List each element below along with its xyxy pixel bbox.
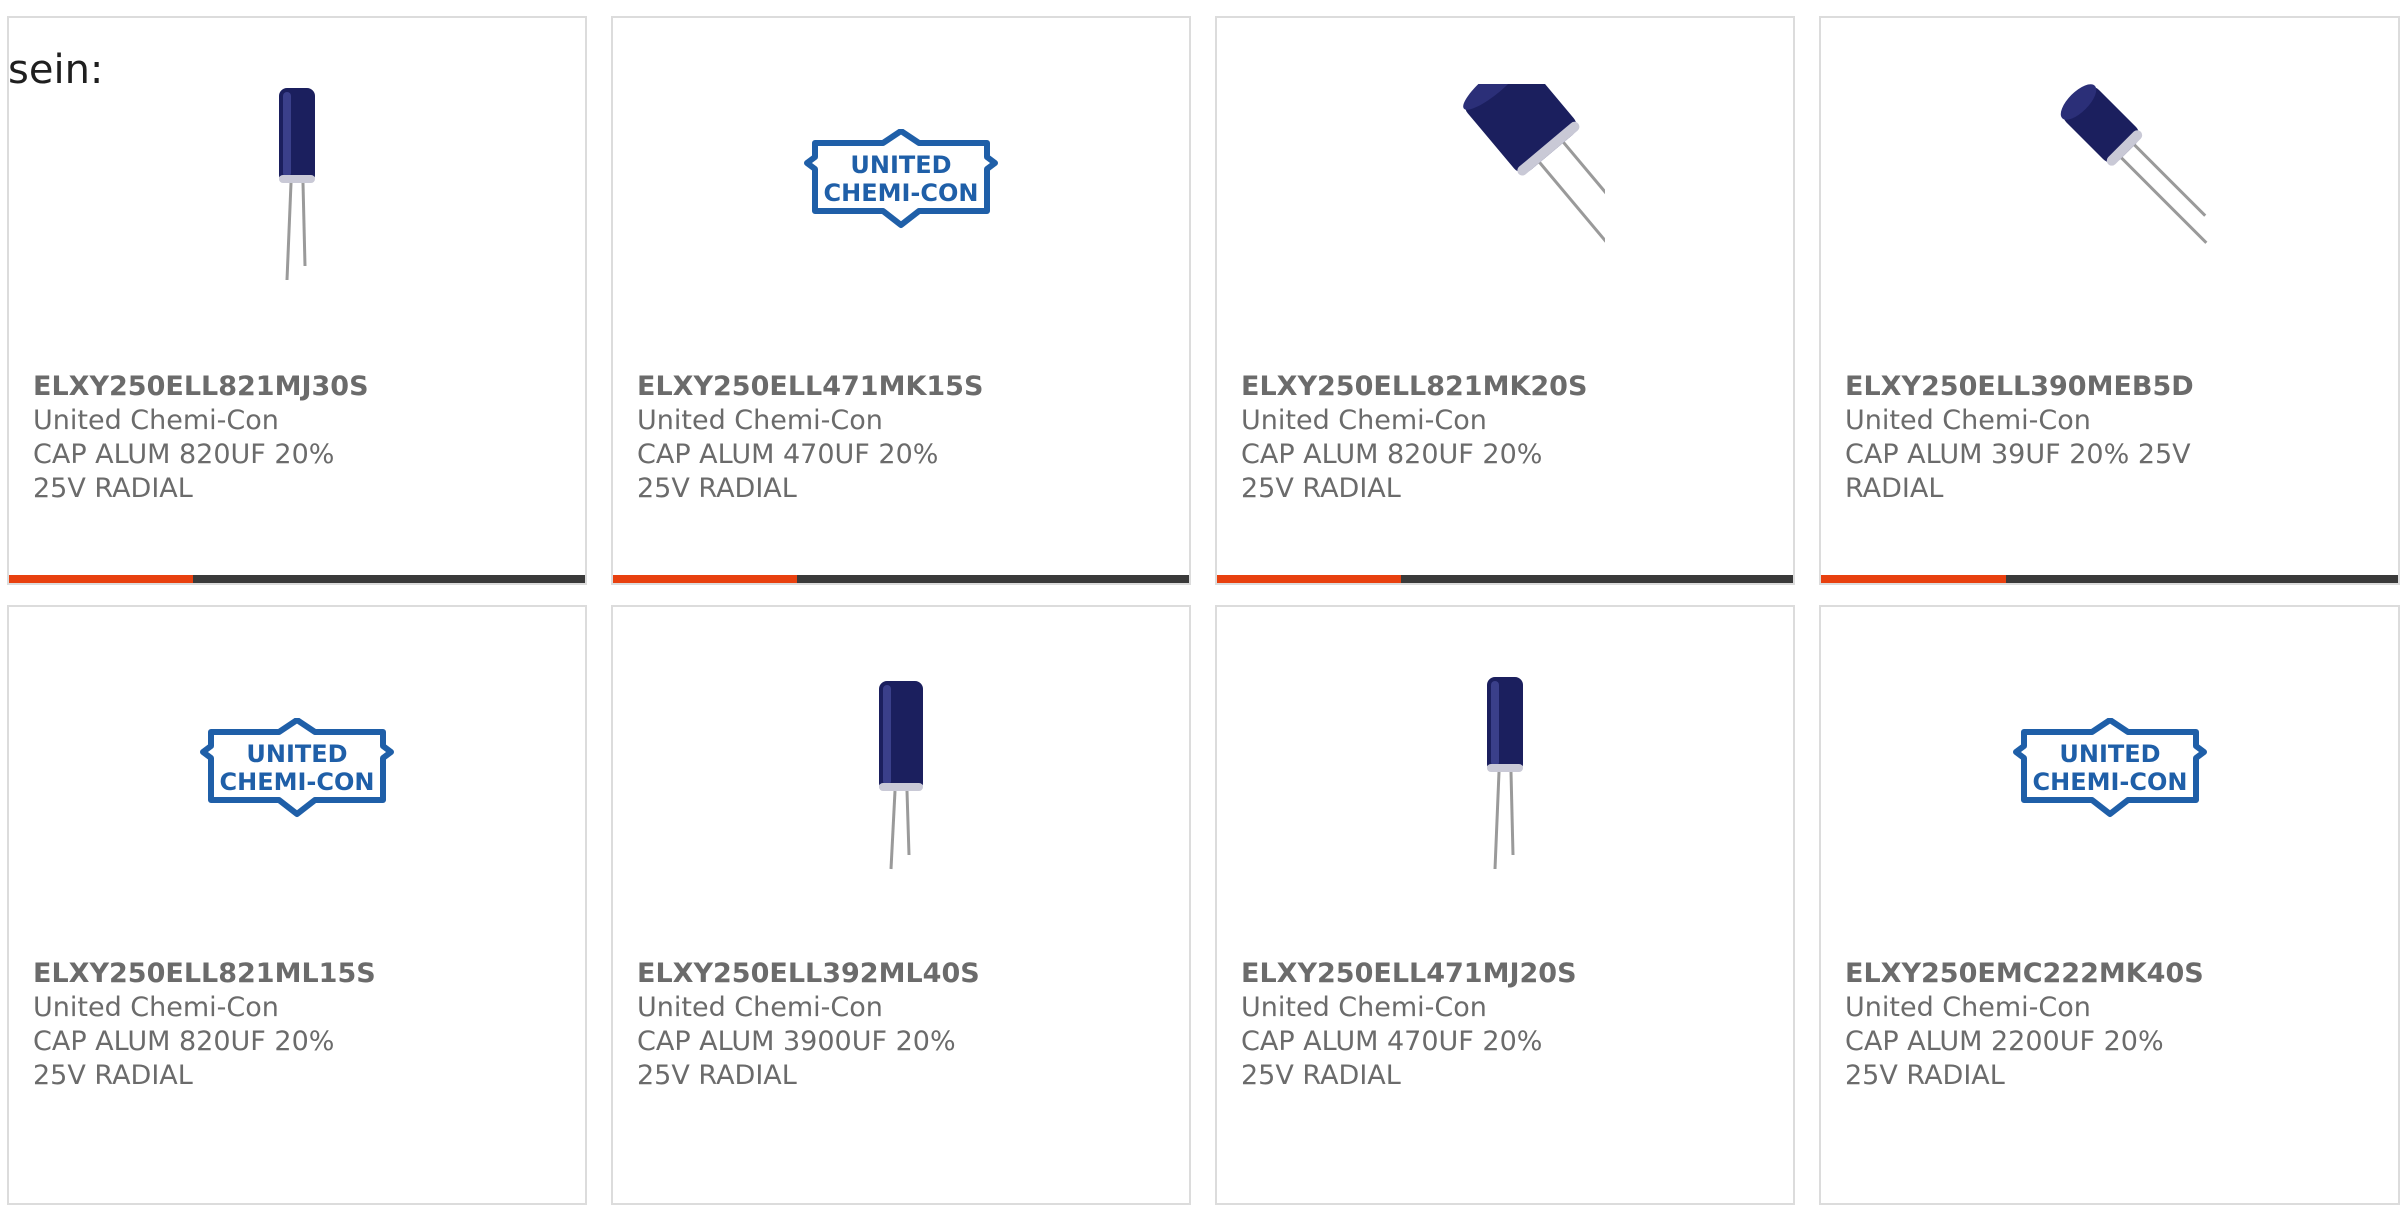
description: CAP ALUM 39UF 20% 25V RADIAL [1845,439,2191,504]
product-image [1405,673,1605,873]
description: CAP ALUM 820UF 20% 25V RADIAL [33,1026,335,1091]
capacitor-icon [879,681,923,870]
manufacturer: United Chemi-Con [1241,992,1487,1023]
svg-text:CHEMI-CON: CHEMI-CON [2032,768,2187,796]
product-image [2009,84,2210,284]
progress-fill [1217,575,1402,583]
product-info: ELXY250ELL821ML15S United Chemi-Con CAP … [33,957,565,1093]
product-card[interactable]: ELXY250ELL390MEB5D United Chemi-Con CAP … [1819,16,2400,585]
progress-fill [613,575,798,583]
united-chemi-con-logo: UNITEDCHEMI-CON [200,718,394,817]
part-number[interactable]: ELXY250EMC222MK40S [1845,957,2378,991]
progress-bar [613,575,1189,583]
manufacturer: United Chemi-Con [637,405,883,436]
product-card[interactable]: UNITED CHEMI-CON ELXY250EMC222MK40S Unite… [1819,605,2400,1205]
svg-text:UNITED: UNITED [2059,740,2160,768]
product-info: ELXY250ELL392ML40S United Chemi-Con CAP … [637,957,1169,1093]
product-info: ELXY250ELL471MK15S United Chemi-Con CAP … [637,370,1169,506]
product-info: ELXY250ELL471MJ20S United Chemi-Con CAP … [1241,957,1773,1093]
part-number[interactable]: ELXY250ELL471MK15S [637,370,1169,404]
product-info: ELXY250ELL821MK20S United Chemi-Con CAP … [1241,370,1773,506]
part-number[interactable]: ELXY250ELL471MJ20S [1241,957,1773,991]
product-image: UNITED CHEMI-CON [2009,673,2210,873]
intro-text: sein: [8,47,104,93]
manufacturer: United Chemi-Con [1845,405,2091,436]
capacitor-icon [2060,84,2207,244]
description: CAP ALUM 820UF 20% 25V RADIAL [1241,439,1543,504]
svg-text:UNITED: UNITED [850,151,951,179]
manufacturer: United Chemi-Con [33,992,279,1023]
part-number[interactable]: ELXY250ELL821MJ30S [33,370,565,404]
manufacturer: United Chemi-Con [33,405,279,436]
svg-text:CHEMI-CON: CHEMI-CON [220,768,375,796]
product-card[interactable]: ELXY250ELL392ML40S United Chemi-Con CAP … [611,605,1191,1205]
product-image [197,84,397,284]
product-image [1405,84,1605,284]
product-card[interactable]: UNITED CHEMI-CON ELXY250ELL471MK15S Unite… [611,16,1191,585]
svg-text:UNITED: UNITED [246,740,347,768]
product-info: ELXY250ELL821MJ30S United Chemi-Con CAP … [33,370,565,506]
product-card[interactable]: ELXY250ELL821MJ30S United Chemi-Con CAP … [7,16,587,585]
svg-text:CHEMI-CON: CHEMI-CON [824,179,979,207]
united-chemi-con-logo: UNITEDCHEMI-CON [2012,718,2207,817]
product-grid: ELXY250ELL821MJ30S United Chemi-Con CAP … [0,0,2400,1205]
part-number[interactable]: ELXY250ELL390MEB5D [1845,370,2378,404]
manufacturer: United Chemi-Con [1845,992,2091,1023]
product-info: ELXY250ELL390MEB5D United Chemi-Con CAP … [1845,370,2378,506]
product-card[interactable]: ELXY250ELL471MJ20S United Chemi-Con CAP … [1215,605,1795,1205]
description: CAP ALUM 470UF 20% 25V RADIAL [637,439,939,504]
progress-fill [1821,575,2006,583]
progress-bar [1821,575,2398,583]
capacitor-icon [1487,677,1523,870]
product-card[interactable]: UNITED CHEMI-CON ELXY250ELL821ML15S Unite… [7,605,587,1205]
description: CAP ALUM 3900UF 20% 25V RADIAL [637,1026,956,1091]
capacitor-icon [1463,84,1605,256]
product-info: ELXY250EMC222MK40S United Chemi-Con CAP … [1845,957,2378,1093]
product-image [801,673,1001,873]
progress-bar [1217,575,1793,583]
progress-bar [9,575,585,583]
product-card[interactable]: ELXY250ELL821MK20S United Chemi-Con CAP … [1215,16,1795,585]
manufacturer: United Chemi-Con [637,992,883,1023]
description: CAP ALUM 470UF 20% 25V RADIAL [1241,1026,1543,1091]
part-number[interactable]: ELXY250ELL821MK20S [1241,370,1773,404]
description: CAP ALUM 2200UF 20% 25V RADIAL [1845,1026,2164,1091]
capacitor-icon [279,88,315,281]
united-chemi-con-logo: UNITEDCHEMI-CON [804,129,998,228]
manufacturer: United Chemi-Con [1241,405,1487,436]
product-image: UNITED CHEMI-CON [801,84,1001,284]
product-image: UNITED CHEMI-CON [197,673,397,873]
part-number[interactable]: ELXY250ELL821ML15S [33,957,565,991]
progress-fill [9,575,194,583]
description: CAP ALUM 820UF 20% 25V RADIAL [33,439,335,504]
part-number[interactable]: ELXY250ELL392ML40S [637,957,1169,991]
